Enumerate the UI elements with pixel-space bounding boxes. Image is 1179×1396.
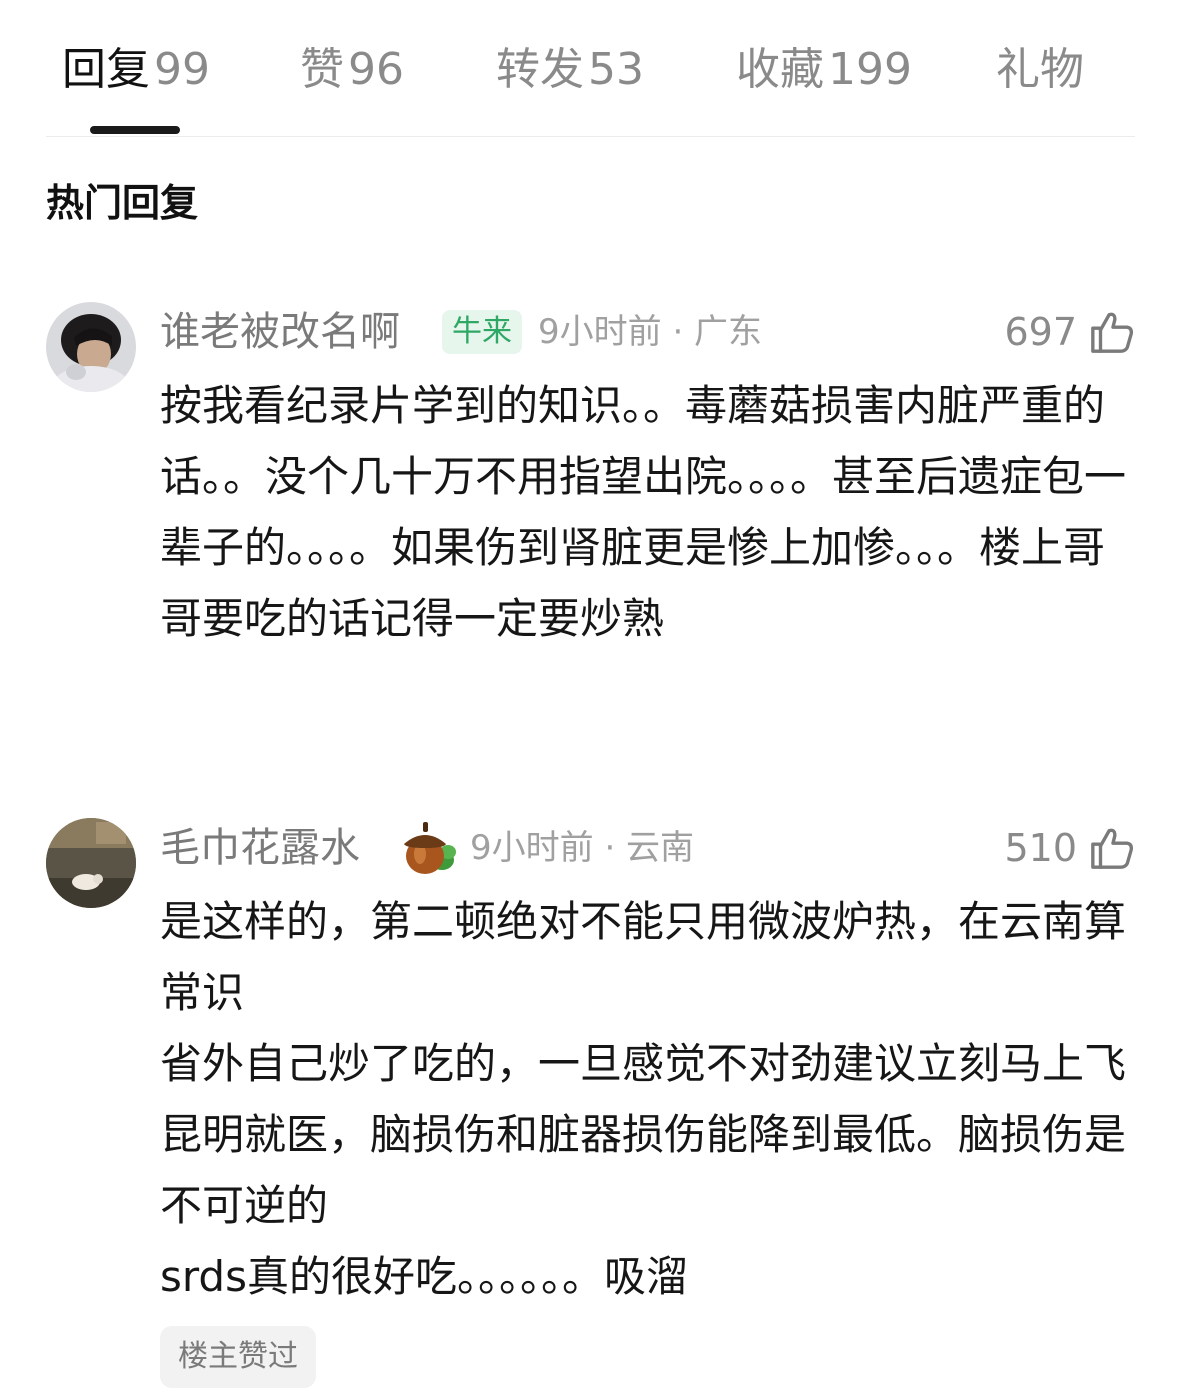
tab-likes-count: 96 <box>348 44 404 95</box>
op-liked-tag: 楼主赞过 <box>160 1326 316 1388</box>
tab-replies-label: 回复 <box>62 44 150 95</box>
tab-gifts-label: 礼物 <box>996 44 1084 95</box>
section-title: 热门回复 <box>46 181 199 225</box>
tab-replies[interactable]: 回复99 <box>62 42 210 98</box>
comment-header: 谁老被改名啊 牛来 9小时前 · 广东 697 <box>160 302 1135 362</box>
thumbs-up-icon <box>1091 312 1133 353</box>
comment-text: 是这样的，第二顿绝对不能只用微波炉热，在云南算常识 省外自己炒了吃的，一旦感觉不… <box>160 897 1127 1301</box>
avatar-image <box>46 818 136 908</box>
tab-favorites-label: 收藏 <box>736 44 824 95</box>
acorn-icon[interactable] <box>398 818 458 878</box>
tab-likes-label: 赞 <box>300 44 344 95</box>
comment-item: 谁老被改名啊 牛来 9小时前 · 广东 697 按我看纪录片学到的知识。。毒蘑菇… <box>46 302 1135 722</box>
avatar[interactable] <box>46 818 136 908</box>
tab-gifts[interactable]: 礼物 <box>996 42 1088 98</box>
username[interactable]: 毛巾花露水 <box>160 822 360 874</box>
tab-reposts-label: 转发 <box>496 44 584 95</box>
tab-favorites-count: 199 <box>828 44 912 95</box>
like-button[interactable]: 697 <box>1004 306 1135 358</box>
like-count: 510 <box>1004 826 1077 870</box>
tab-reposts[interactable]: 转发53 <box>496 42 644 98</box>
user-badge[interactable]: 牛来 <box>442 310 522 354</box>
like-button[interactable]: 510 <box>1004 822 1135 874</box>
comment-item: 毛巾花露水 9小时前 · 云南 510 是这样的，第二顿绝对不能只用微波炉热，在… <box>46 818 1135 1390</box>
tab-reposts-count: 53 <box>588 44 644 95</box>
tab-favorites[interactable]: 收藏199 <box>736 42 912 98</box>
tab-bar: 回复99 赞96 转发53 收藏199 礼物 <box>46 0 1135 137</box>
tab-likes[interactable]: 赞96 <box>300 42 404 98</box>
thumbs-up-icon <box>1091 828 1133 869</box>
like-count: 697 <box>1004 310 1077 354</box>
avatar-image <box>46 302 136 392</box>
comment-header: 毛巾花露水 9小时前 · 云南 510 <box>160 818 1135 878</box>
comment-text: 按我看纪录片学到的知识。。毒蘑菇损害内脏严重的话。。没个几十万不用指望出院。。。… <box>160 381 1127 643</box>
tab-replies-count: 99 <box>154 44 210 95</box>
comment-meta: 9小时前 · 广东 <box>538 312 763 352</box>
comment-meta: 9小时前 · 云南 <box>470 828 695 868</box>
avatar[interactable] <box>46 302 136 392</box>
active-tab-indicator <box>90 126 180 134</box>
username[interactable]: 谁老被改名啊 <box>160 306 400 358</box>
